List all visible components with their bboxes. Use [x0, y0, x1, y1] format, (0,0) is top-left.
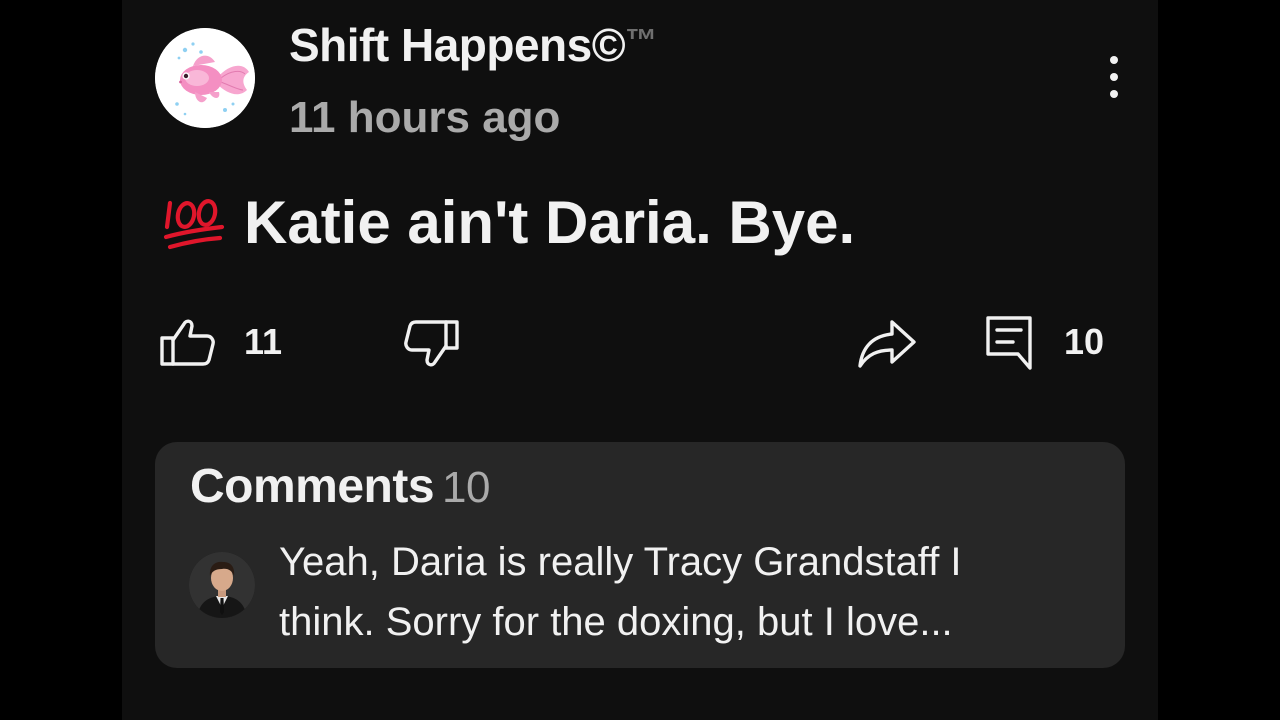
hundred-points-icon — [160, 191, 226, 255]
comments-button[interactable] — [984, 314, 1036, 372]
person-avatar-icon — [189, 552, 255, 618]
comments-title: Comments — [190, 460, 435, 513]
comments-heading: Comments 10 — [190, 458, 490, 516]
thumbs-down-icon — [404, 320, 459, 367]
post-author[interactable]: Shift Happens©™ — [289, 12, 657, 71]
author-suffix: ™ — [625, 22, 657, 58]
post-text: Katie ain't Daria. Bye. — [244, 189, 856, 256]
comments-preview-card[interactable]: Comments 10 Yeah, Daria is really Tracy G… — [155, 442, 1125, 668]
share-arrow-icon — [858, 320, 916, 368]
post-timestamp: 11 hours ago — [289, 93, 561, 142]
dislike-button[interactable] — [404, 316, 462, 374]
comment-bubble-icon — [986, 316, 1032, 370]
more-vertical-icon — [1110, 56, 1118, 98]
goldfish-icon — [155, 28, 255, 128]
thumbs-up-icon — [160, 319, 215, 366]
post-body: Katie ain't Daria. Bye. — [160, 186, 855, 260]
author-name: Shift Happens© — [289, 19, 626, 71]
screen: Shift Happens©™ 11 hours ago Katie ain't… — [0, 0, 1280, 720]
comment-preview-text: Yeah, Daria is really Tracy Grandstaff I… — [279, 540, 962, 644]
comments-count: 10 — [442, 463, 490, 512]
reply-count: 10 — [1064, 321, 1105, 362]
channel-avatar[interactable] — [155, 28, 255, 128]
like-count: 11 — [244, 321, 283, 362]
share-button[interactable] — [856, 316, 918, 372]
commenter-avatar[interactable] — [189, 552, 255, 618]
like-button[interactable] — [158, 314, 216, 372]
more-options-button[interactable] — [1096, 52, 1132, 104]
